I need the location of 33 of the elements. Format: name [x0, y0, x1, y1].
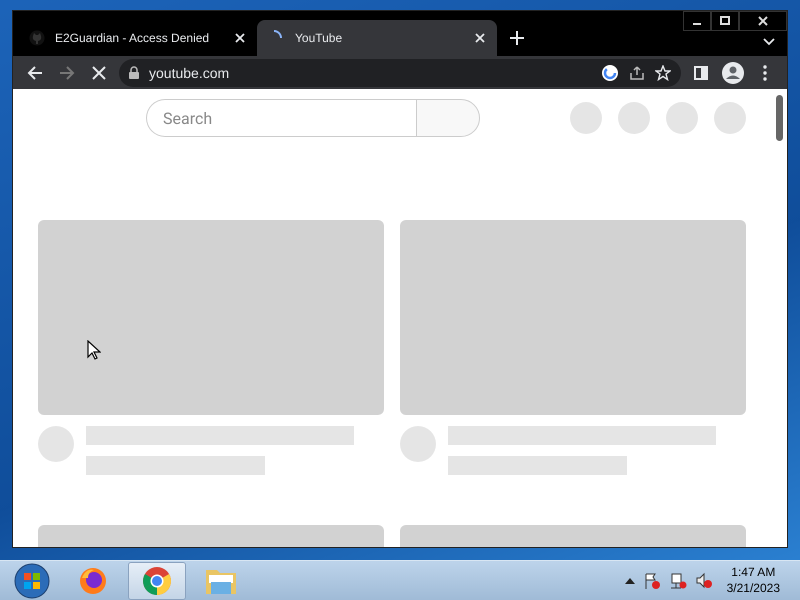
- network-icon[interactable]: [668, 572, 687, 590]
- cursor-icon: [87, 340, 101, 360]
- avatar-placeholder: [38, 426, 74, 462]
- address-bar[interactable]: youtube.com: [119, 58, 681, 86]
- close-tab-icon[interactable]: [475, 33, 485, 43]
- loading-spinner-icon: [272, 30, 282, 40]
- flag-icon[interactable]: [642, 572, 661, 590]
- browser-tab[interactable]: YouTube: [257, 20, 497, 56]
- close-tab-icon[interactable]: [235, 33, 245, 43]
- browser-tab[interactable]: E2Guardian - Access Denied: [17, 20, 257, 56]
- scrollbar-thumb[interactable]: [776, 95, 783, 141]
- placeholder-circle: [570, 102, 602, 134]
- close-icon[interactable]: [739, 11, 787, 31]
- clock-date: 3/21/2023: [726, 580, 780, 596]
- caret-up-icon[interactable]: [624, 578, 635, 584]
- placeholder-circle: [666, 102, 698, 134]
- profile-icon[interactable]: [721, 60, 745, 84]
- speaker-icon[interactable]: [694, 572, 713, 590]
- taskbar-app[interactable]: [128, 562, 186, 600]
- lock-icon: [129, 66, 139, 79]
- minimize-icon[interactable]: [683, 11, 711, 31]
- google-icon[interactable]: [601, 64, 619, 82]
- avatar-placeholder: [400, 426, 436, 462]
- placeholder-circle: [714, 102, 746, 134]
- star-icon[interactable]: [655, 64, 671, 80]
- clock-time: 1:47 AM: [731, 564, 776, 580]
- search-field[interactable]: Search: [146, 99, 416, 137]
- placeholder-circle: [618, 102, 650, 134]
- maximize-icon[interactable]: [711, 11, 739, 31]
- firefox-icon: [78, 566, 108, 596]
- cat-logo-icon: [29, 30, 45, 46]
- share-icon[interactable]: [629, 64, 645, 80]
- chrome-icon: [142, 566, 172, 596]
